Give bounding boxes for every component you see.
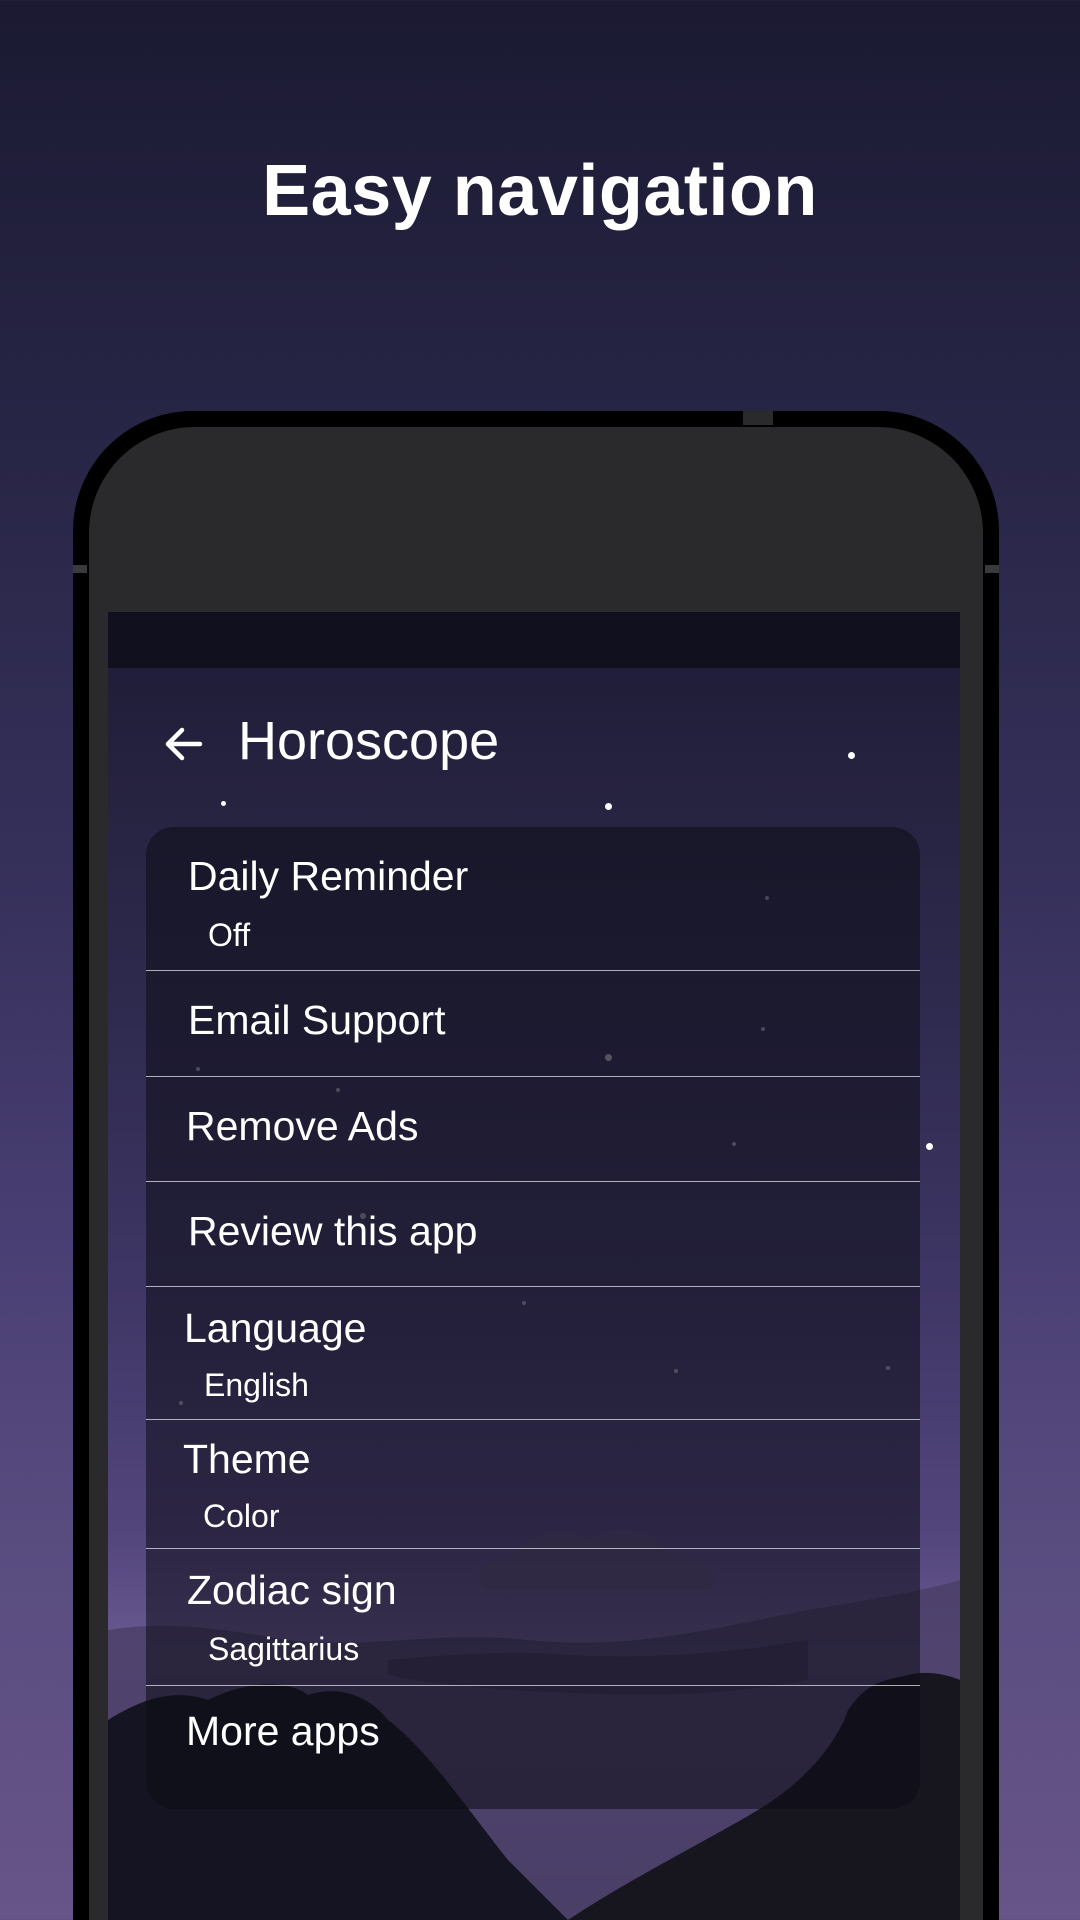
settings-item-email-support[interactable]: Email Support	[146, 971, 920, 1077]
arrow-left-icon[interactable]	[160, 720, 208, 768]
phone-side-mark	[985, 565, 999, 573]
app-screen: Horoscope Daily Reminder Off Email Suppo…	[108, 612, 960, 1920]
settings-list: Daily Reminder Off Email Support Remove …	[146, 827, 920, 1809]
settings-item-remove-ads[interactable]: Remove Ads	[146, 1077, 920, 1182]
settings-item-value: Sagittarius	[208, 1631, 360, 1667]
status-bar	[108, 612, 960, 668]
settings-item-review-app[interactable]: Review this app	[146, 1182, 920, 1287]
settings-item-value: Off	[208, 917, 251, 953]
settings-item-title: Remove Ads	[186, 1103, 419, 1149]
page-title: Horoscope	[238, 711, 500, 771]
phone-button	[743, 411, 773, 425]
phone-right-bezel	[960, 612, 983, 1920]
settings-item-daily-reminder[interactable]: Daily Reminder Off	[146, 827, 920, 971]
settings-item-title: Daily Reminder	[188, 853, 469, 899]
app-bar: Horoscope	[108, 668, 960, 828]
promo-headline: Easy navigation	[262, 151, 818, 231]
settings-item-language[interactable]: Language English	[146, 1287, 920, 1420]
phone-side-mark	[73, 565, 87, 573]
settings-item-more-apps[interactable]: More apps	[146, 1686, 920, 1809]
settings-item-title: Review this app	[188, 1208, 478, 1254]
phone-left-bezel	[89, 612, 108, 1920]
settings-item-title: Language	[184, 1305, 367, 1351]
settings-item-title: Theme	[183, 1436, 311, 1482]
settings-item-value: Color	[203, 1498, 280, 1534]
settings-item-title: More apps	[186, 1708, 380, 1754]
settings-item-title: Email Support	[188, 997, 446, 1043]
settings-item-theme[interactable]: Theme Color	[146, 1420, 920, 1549]
settings-item-value: English	[204, 1367, 309, 1403]
settings-item-zodiac-sign[interactable]: Zodiac sign Sagittarius	[146, 1549, 920, 1686]
settings-item-title: Zodiac sign	[187, 1567, 397, 1613]
star-decoration	[926, 1143, 933, 1150]
